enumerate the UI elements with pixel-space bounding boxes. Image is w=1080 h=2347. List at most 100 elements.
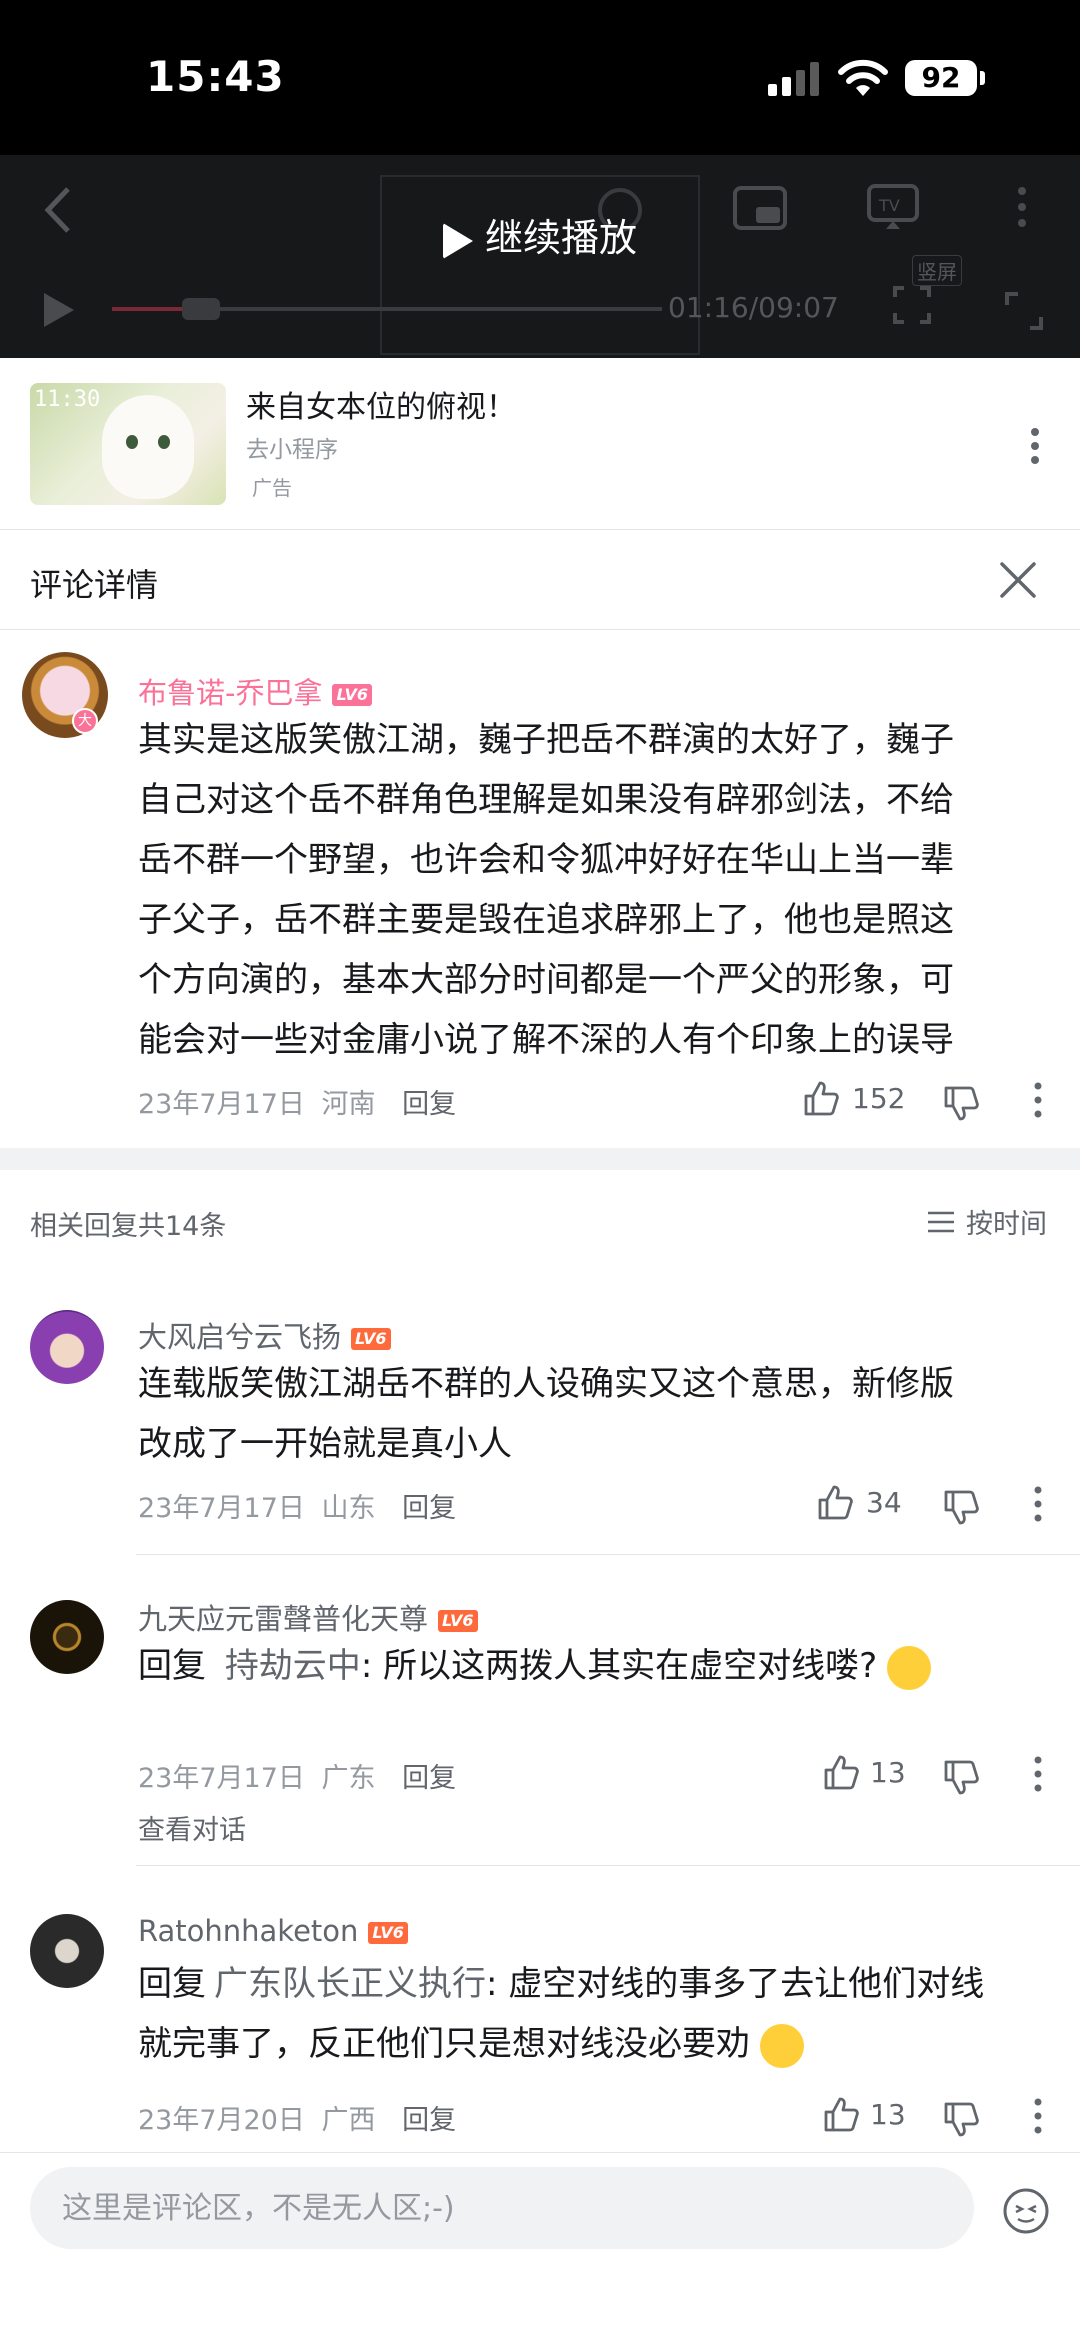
reply-username[interactable]: 大风启兮云飞扬 LV6 xyxy=(138,1314,391,1356)
level-badge: LV6 xyxy=(368,1922,408,1944)
reply-prefix: 回复 xyxy=(138,1646,206,1686)
vertical-screen-icon[interactable] xyxy=(892,285,932,325)
thumbs-up-icon[interactable] xyxy=(822,2096,860,2134)
comment-line: 个方向演的，基本大部分时间都是一个严父的形象，可 xyxy=(138,960,954,1000)
reply-body: : 所以这两拨人其实在虚空对线喽? xyxy=(360,1646,878,1686)
reply-text[interactable]: 回复 广东队长正义执行: 虚空对线的事多了去让他们对线 就完事了，反正他们只是想对… xyxy=(138,1954,984,2074)
avatar[interactable] xyxy=(30,1914,104,1988)
mention-link[interactable]: 广东队长正义执行 xyxy=(214,1964,486,2004)
reply-location: 山东 xyxy=(321,1493,376,1524)
sort-icon[interactable] xyxy=(926,1210,956,1234)
reply-line: 改成了一开始就是真小人 xyxy=(138,1424,512,1464)
comment-line: 自己对这个岳不群角色理解是如果没有辟邪剑法，不给 xyxy=(138,780,954,820)
level-badge: LV6 xyxy=(351,1328,391,1350)
fullscreen-icon[interactable] xyxy=(1004,291,1044,331)
status-time: 15:43 xyxy=(146,52,285,101)
thumbs-down-icon[interactable] xyxy=(942,2100,980,2138)
cellular-signal-icon xyxy=(768,62,819,96)
like-count: 152 xyxy=(852,1082,906,1115)
thumbs-up-icon[interactable] xyxy=(816,1484,854,1522)
reply-meta: 23年7月20日 广西 回复 xyxy=(138,2098,456,2137)
comment-detail-title: 评论详情 xyxy=(30,566,159,604)
ad-subtitle[interactable]: 去小程序 xyxy=(246,430,338,464)
reply-more-icon[interactable] xyxy=(1032,1754,1044,1794)
reply-meta: 23年7月17日 广东 回复 xyxy=(138,1756,456,1795)
reply-text[interactable]: 回复 持劫云中: 所以这两拨人其实在虚空对线喽? xyxy=(138,1636,932,1696)
reply-location: 广西 xyxy=(321,2105,376,2136)
ad-thumb-clock: 11:30 xyxy=(34,387,101,412)
username-text[interactable]: 九天应元雷聲普化天尊 xyxy=(138,1602,428,1636)
reply-item: Ratohnhaketon LV6 回复 广东队长正义执行: 虚空对线的事多了去让他… xyxy=(0,1866,1080,2152)
vip-badge-icon: 大 xyxy=(72,708,98,734)
main-comment: 大 布鲁诺-乔巴拿 LV6 其实是这版笑傲江湖，巍子把岳不群演的太好了，巍子 自己… xyxy=(0,630,1080,1148)
avatar[interactable] xyxy=(30,1310,104,1384)
smile-emoji-icon xyxy=(760,2023,804,2068)
progress-knob[interactable] xyxy=(182,298,220,320)
username-text[interactable]: 大风启兮云飞扬 xyxy=(138,1320,341,1354)
comment-line: 岳不群一个野望，也许会和令狐冲好好在华山上当一辈 xyxy=(138,840,954,880)
ad-thumb-cat xyxy=(102,395,194,499)
mention-link[interactable]: 持劫云中 xyxy=(225,1646,361,1686)
reply-location: 广东 xyxy=(321,1763,376,1794)
comment-line: 能会对一些对金庸小说了解不深的人有个印象上的误导 xyxy=(138,1020,954,1060)
username-text[interactable]: Ratohnhaketon xyxy=(138,1914,358,1948)
reply-username[interactable]: 九天应元雷聲普化天尊 LV6 xyxy=(138,1596,478,1638)
thumbs-up-icon[interactable] xyxy=(822,1754,860,1792)
comment-input-bar xyxy=(0,2152,1080,2347)
reply-date: 23年7月17日 xyxy=(138,1763,305,1794)
avatar[interactable] xyxy=(30,1600,104,1674)
reply-more-icon[interactable] xyxy=(1032,1484,1044,1524)
reply-button[interactable]: 回复 xyxy=(402,1089,456,1120)
vertical-mode-tag[interactable]: 竖屏 xyxy=(912,255,962,286)
thumbs-up-icon[interactable] xyxy=(802,1080,840,1118)
comment-text[interactable]: 其实是这版笑傲江湖，巍子把岳不群演的太好了，巍子 自己对这个岳不群角色理解是如果… xyxy=(138,710,954,1070)
sort-by-time-button[interactable]: 按时间 xyxy=(966,1202,1047,1241)
ad-more-icon[interactable] xyxy=(1020,426,1050,466)
play-icon xyxy=(442,222,473,259)
reply-date: 23年7月20日 xyxy=(138,2105,305,2136)
comment-meta: 23年7月17日 河南 回复 xyxy=(138,1082,456,1121)
close-icon[interactable] xyxy=(996,558,1040,602)
like-count: 34 xyxy=(866,1486,902,1519)
like-count: 13 xyxy=(870,2098,906,2131)
reply-button[interactable]: 回复 xyxy=(402,1763,456,1794)
thumbs-down-icon[interactable] xyxy=(942,1084,980,1122)
progress-fill xyxy=(112,307,189,311)
username-text[interactable]: 布鲁诺-乔巴拿 xyxy=(138,676,322,710)
reply-meta: 23年7月17日 山东 回复 xyxy=(138,1486,456,1525)
continue-play-button[interactable]: 继续播放 xyxy=(0,207,1080,262)
thumbs-down-icon[interactable] xyxy=(942,1488,980,1526)
reply-body: : 虚空对线的事多了去让他们对线 xyxy=(486,1964,985,2004)
thumbs-down-icon[interactable] xyxy=(942,1758,980,1796)
playback-time: 01:16/09:07 xyxy=(668,291,839,324)
level-badge: LV6 xyxy=(332,684,372,706)
video-player[interactable]: TV 继续播放 01:16/09:07 竖屏 xyxy=(0,155,1080,358)
ad-thumbnail[interactable]: 11:30 xyxy=(30,383,226,505)
reply-divider xyxy=(136,1554,1080,1555)
reply-username[interactable]: Ratohnhaketon LV6 xyxy=(138,1914,408,1948)
continue-play-label: 继续播放 xyxy=(484,216,637,260)
comment-input[interactable] xyxy=(30,2167,974,2249)
comment-more-icon[interactable] xyxy=(1032,1080,1044,1120)
level-badge: LV6 xyxy=(438,1610,478,1632)
comment-username[interactable]: 布鲁诺-乔巴拿 LV6 xyxy=(138,670,372,712)
reply-text[interactable]: 连载版笑傲江湖岳不群的人设确实又这个意思，新修版 改成了一开始就是真小人 xyxy=(138,1354,954,1474)
comment-line: 其实是这版笑傲江湖，巍子把岳不群演的太好了，巍子 xyxy=(138,720,954,760)
emoji-icon[interactable] xyxy=(1002,2187,1050,2235)
reply-button[interactable]: 回复 xyxy=(402,1493,456,1524)
ad-title[interactable]: 来自女本位的俯视！ xyxy=(246,382,516,426)
ad-banner[interactable]: 11:30 来自女本位的俯视！ 去小程序 广告 xyxy=(0,358,1080,530)
reply-button[interactable]: 回复 xyxy=(402,2105,456,2136)
reply-prefix: 回复 xyxy=(138,1964,206,2004)
view-conversation-link[interactable]: 查看对话 xyxy=(138,1808,246,1847)
like-count: 13 xyxy=(870,1756,906,1789)
reply-date: 23年7月17日 xyxy=(138,1493,305,1524)
replies-count: 相关回复共14条 xyxy=(30,1211,227,1242)
comment-date: 23年7月17日 xyxy=(138,1089,305,1120)
reply-line: 连载版笑傲江湖岳不群的人设确实又这个意思，新修版 xyxy=(138,1364,954,1404)
play-small-icon[interactable] xyxy=(38,289,78,331)
reply-more-icon[interactable] xyxy=(1032,2096,1044,2136)
wifi-icon xyxy=(838,59,888,96)
reply-body-continued: 就完事了，反正他们只是想对线没必要劝 xyxy=(138,2024,750,2064)
video-frame xyxy=(380,175,700,355)
